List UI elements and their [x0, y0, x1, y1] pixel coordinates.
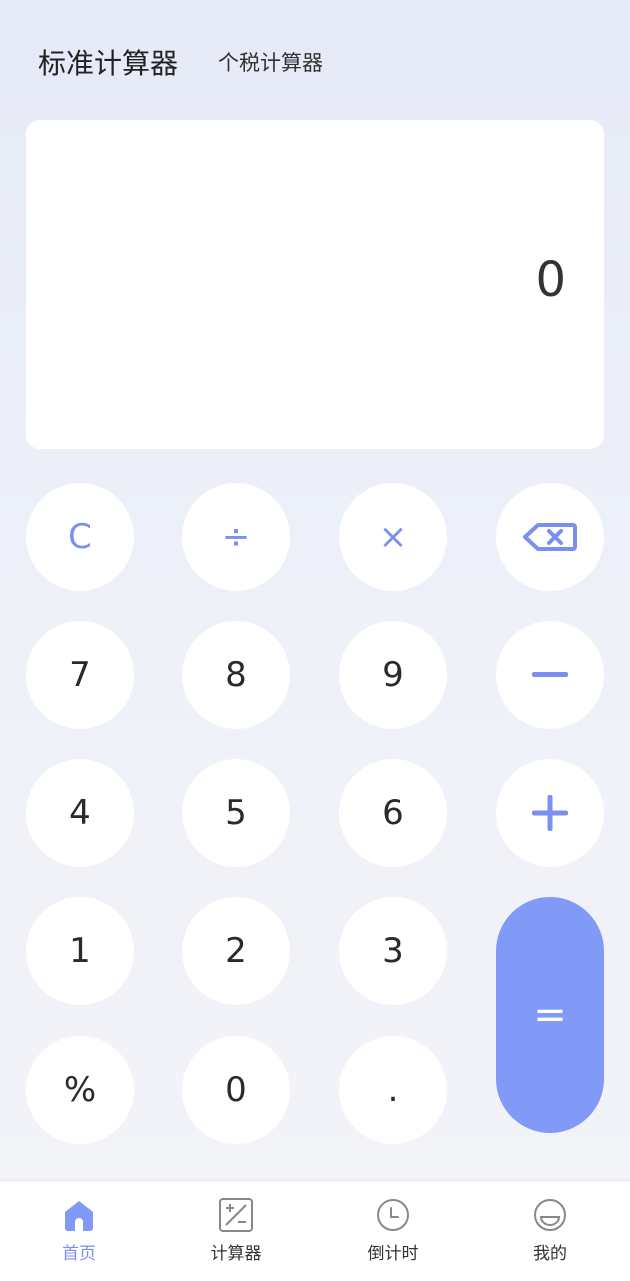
home-icon	[65, 1201, 93, 1231]
nav-item-home-label: 首页	[62, 1244, 96, 1264]
calculator-icon	[219, 1198, 253, 1232]
minus-button[interactable]	[496, 621, 604, 729]
clear-button[interactable]: C	[26, 483, 134, 591]
multiply-button[interactable]: ×	[339, 483, 447, 591]
nav-item-home[interactable]: 首页	[19, 1181, 139, 1281]
backspace-icon	[523, 523, 577, 551]
bottom-navigation: 首页 计算器 倒计时 我的	[0, 1180, 630, 1281]
digit-3-button[interactable]: 3	[339, 897, 447, 1005]
digit-4-button[interactable]: 4	[26, 759, 134, 867]
clock-icon	[377, 1199, 409, 1231]
nav-item-mine-label: 我的	[533, 1244, 567, 1264]
digit-1-button[interactable]: 1	[26, 897, 134, 1005]
digit-8-button[interactable]: 8	[182, 621, 290, 729]
plus-icon	[532, 795, 568, 831]
divide-button[interactable]: ÷	[182, 483, 290, 591]
digit-7-button[interactable]: 7	[26, 621, 134, 729]
nav-item-countdown-label: 倒计时	[367, 1244, 419, 1264]
digit-9-button[interactable]: 9	[339, 621, 447, 729]
equals-button[interactable]: =	[496, 897, 604, 1133]
minus-icon	[532, 672, 568, 677]
display-value: 0	[535, 252, 566, 308]
tab-standard-calculator[interactable]: 标准计算器	[38, 42, 178, 82]
smile-face-icon	[534, 1199, 566, 1231]
backspace-button[interactable]	[496, 483, 604, 591]
plus-button[interactable]	[496, 759, 604, 867]
digit-2-button[interactable]: 2	[182, 897, 290, 1005]
nav-item-calculator[interactable]: 计算器	[176, 1181, 296, 1281]
digit-0-button[interactable]: 0	[182, 1036, 290, 1144]
calculator-mode-tabs: 标准计算器 个税计算器	[38, 36, 323, 88]
percent-button[interactable]: %	[26, 1036, 134, 1144]
nav-item-mine[interactable]: 我的	[490, 1181, 610, 1281]
nav-item-countdown[interactable]: 倒计时	[333, 1181, 453, 1281]
decimal-point-button[interactable]: .	[339, 1036, 447, 1144]
nav-item-calculator-label: 计算器	[210, 1244, 262, 1264]
digit-5-button[interactable]: 5	[182, 759, 290, 867]
tab-tax-calculator[interactable]: 个税计算器	[218, 47, 323, 77]
digit-6-button[interactable]: 6	[339, 759, 447, 867]
result-display: 0	[26, 120, 604, 449]
